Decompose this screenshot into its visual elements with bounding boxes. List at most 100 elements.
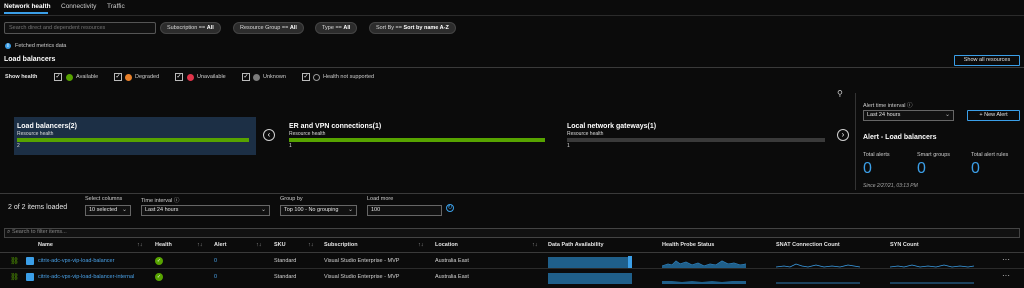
total-rules-value[interactable]: 0 bbox=[971, 160, 980, 178]
available-label: Available bbox=[76, 74, 99, 80]
tab-divider bbox=[0, 15, 1024, 16]
tab-connectivity[interactable]: Connectivity bbox=[61, 3, 96, 10]
column-header-health[interactable]: Health bbox=[155, 242, 172, 248]
time-interval-label: Time interval ⓘ bbox=[141, 196, 179, 204]
new-alert-button[interactable]: + New Alert bbox=[967, 110, 1020, 121]
scroll-right-button[interactable]: › bbox=[837, 129, 849, 141]
sort-icon[interactable]: ↑↓ bbox=[197, 242, 203, 248]
more-options-icon[interactable]: ··· bbox=[1002, 271, 1010, 280]
info-circle-icon: ⓘ bbox=[907, 103, 913, 109]
pin-icon[interactable]: ⚲ bbox=[837, 89, 843, 98]
select-columns-dropdown[interactable]: 10 selected ⌄ bbox=[85, 205, 131, 216]
sort-icon[interactable]: ↑↓ bbox=[137, 242, 143, 248]
group-by-value: Top 100 - No grouping bbox=[284, 207, 339, 213]
select-columns-value: 10 selected bbox=[89, 207, 118, 213]
tab-traffic[interactable]: Traffic bbox=[107, 3, 125, 10]
info-circle-icon: ⓘ bbox=[173, 198, 180, 204]
type-filter-label: Type == bbox=[322, 25, 344, 31]
column-header-name[interactable]: Name bbox=[38, 242, 53, 248]
card-health-bar-fill bbox=[289, 138, 545, 142]
column-header-alert[interactable]: Alert bbox=[214, 242, 227, 248]
show-all-resources-button[interactable]: Show all resources bbox=[954, 55, 1020, 66]
column-header-data-path[interactable]: Data Path Availability bbox=[548, 242, 604, 248]
column-header-subscription[interactable]: Subscription bbox=[324, 242, 358, 248]
column-header-syn[interactable]: SYN Count bbox=[890, 242, 919, 248]
sort-icon[interactable]: ↑↓ bbox=[532, 242, 538, 248]
more-options-icon[interactable]: ··· bbox=[1002, 255, 1010, 264]
data-path-sparkline[interactable] bbox=[548, 271, 634, 284]
subscription-filter[interactable]: Subscription == All bbox=[160, 22, 221, 34]
search-icon: ⌕ bbox=[7, 229, 11, 235]
chevron-down-icon: ⌄ bbox=[944, 112, 950, 118]
available-checkbox[interactable]: ✓ bbox=[54, 73, 62, 81]
resource-name-link[interactable]: citrix-adc-vpx-vip-load-balancer-interna… bbox=[38, 274, 134, 280]
type-filter-value: All bbox=[343, 25, 351, 31]
search-input[interactable] bbox=[4, 22, 156, 34]
active-tab-indicator bbox=[4, 12, 48, 14]
type-filter[interactable]: Type == All bbox=[315, 22, 358, 34]
syn-sparkline[interactable] bbox=[890, 255, 976, 268]
scroll-left-button[interactable]: ‹ bbox=[263, 129, 275, 141]
group-by-dropdown[interactable]: Top 100 - No grouping ⌄ bbox=[280, 205, 357, 216]
available-dot-icon bbox=[66, 74, 73, 81]
snat-sparkline[interactable] bbox=[776, 271, 862, 284]
sort-filter[interactable]: Sort By == Sort by name A-Z bbox=[369, 22, 456, 34]
load-more-input[interactable]: 100 bbox=[367, 205, 442, 216]
sort-icon[interactable]: ↑↓ bbox=[418, 242, 424, 248]
degraded-label: Degraded bbox=[135, 74, 160, 80]
alert-count[interactable]: 0 bbox=[214, 274, 217, 280]
alert-interval-select[interactable]: Last 24 hours ⌄ bbox=[863, 110, 954, 121]
grid-filter-input[interactable]: ⌕ Search to filter items... bbox=[4, 228, 1020, 238]
location-cell: Australia East bbox=[435, 274, 469, 280]
unknown-checkbox[interactable]: ✓ bbox=[242, 73, 250, 81]
total-alerts-value[interactable]: 0 bbox=[863, 160, 872, 178]
health-not-supported-dot-icon bbox=[313, 74, 320, 81]
row-divider bbox=[0, 268, 1024, 269]
resource-group-filter[interactable]: Resource Group == All bbox=[233, 22, 304, 34]
show-health-label: Show health bbox=[5, 74, 38, 80]
group-by-label: Group by bbox=[280, 196, 303, 202]
health-probe-sparkline[interactable] bbox=[662, 255, 748, 268]
health-not-supported-checkbox[interactable]: ✓ bbox=[302, 73, 310, 81]
card-title: Local network gateways(1) bbox=[567, 123, 657, 130]
sort-icon[interactable]: ↑↓ bbox=[308, 242, 314, 248]
table-row[interactable]: ⛓ citrix-adc-vpx-vip-load-balancer ✓ 0 S… bbox=[0, 255, 1024, 268]
refresh-icon[interactable]: ↻ bbox=[446, 204, 454, 212]
sort-icon[interactable]: ↑↓ bbox=[256, 242, 262, 248]
section-title: Load balancers bbox=[4, 56, 56, 63]
data-path-sparkline[interactable] bbox=[548, 255, 634, 268]
grid-top-divider bbox=[0, 193, 1024, 194]
resource-group-filter-label: Resource Group == bbox=[240, 25, 290, 31]
snat-sparkline[interactable] bbox=[776, 255, 862, 268]
column-header-health-probe[interactable]: Health Probe Status bbox=[662, 242, 714, 248]
resource-name-link[interactable]: citrix-adc-vpx-vip-load-balancer bbox=[38, 258, 114, 264]
location-cell: Australia East bbox=[435, 258, 469, 264]
alert-count[interactable]: 0 bbox=[214, 258, 217, 264]
degraded-checkbox[interactable]: ✓ bbox=[114, 73, 122, 81]
column-header-snat[interactable]: SNAT Connection Count bbox=[776, 242, 840, 248]
resource-group-filter-value: All bbox=[289, 25, 297, 31]
card-er-vpn-connections[interactable]: ER and VPN connections(1) Resource healt… bbox=[286, 117, 548, 155]
tab-network-health[interactable]: Network health bbox=[4, 3, 51, 10]
card-local-network-gateways[interactable]: Local network gateways(1) Resource healt… bbox=[564, 117, 826, 155]
card-title: ER and VPN connections(1) bbox=[289, 123, 382, 130]
column-header-location[interactable]: Location bbox=[435, 242, 458, 248]
card-count: 1 bbox=[567, 143, 570, 149]
syn-sparkline[interactable] bbox=[890, 271, 976, 284]
info-icon: i bbox=[5, 43, 11, 49]
sku-cell: Standard bbox=[274, 258, 297, 264]
card-health-bar bbox=[17, 138, 249, 142]
health-probe-sparkline[interactable] bbox=[662, 271, 748, 284]
table-row[interactable]: ⛓ citrix-adc-vpx-vip-load-balancer-inter… bbox=[0, 271, 1024, 284]
card-load-balancers[interactable]: Load balancers(2) Resource health 2 bbox=[14, 117, 256, 155]
unavailable-checkbox[interactable]: ✓ bbox=[175, 73, 183, 81]
chevron-down-icon: ⌄ bbox=[260, 207, 266, 213]
sort-filter-label: Sort By == bbox=[376, 25, 404, 31]
alert-interval-label-text: Alert time interval bbox=[863, 103, 906, 109]
column-header-sku[interactable]: SKU bbox=[274, 242, 286, 248]
time-interval-dropdown[interactable]: Last 24 hours ⌄ bbox=[141, 205, 270, 216]
smart-groups-value[interactable]: 0 bbox=[917, 160, 926, 178]
total-rules-label: Total alert rules bbox=[971, 152, 1009, 158]
chevron-down-icon: ⌄ bbox=[347, 207, 353, 213]
load-more-label: Load more bbox=[367, 196, 394, 202]
